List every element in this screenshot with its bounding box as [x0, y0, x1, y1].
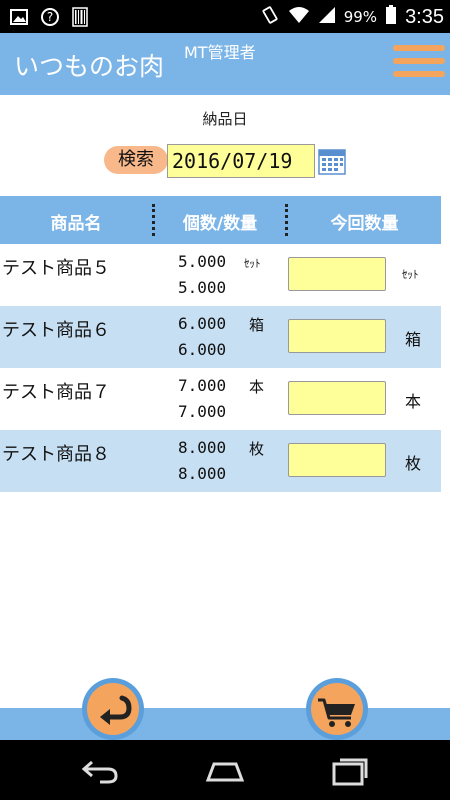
battery-level: 99%: [343, 8, 378, 26]
battery-icon: [385, 5, 397, 29]
quantity-secondary: 6.000: [178, 340, 227, 359]
hamburger-menu-icon[interactable]: [393, 45, 445, 87]
table-header: 商品名 個数/数量 今回数量: [0, 196, 441, 244]
quantity-unit: 箱: [249, 316, 265, 334]
image-icon: [10, 9, 28, 29]
quantity-primary: 7.000: [178, 376, 227, 395]
product-name: テスト商品５: [2, 258, 110, 279]
column-product-name: 商品名: [50, 214, 102, 234]
product-name: テスト商品６: [2, 320, 110, 341]
svg-text:?: ?: [47, 10, 53, 24]
current-quantity-unit: ｾｯﾄ: [402, 268, 419, 281]
barcode-icon: [72, 7, 88, 31]
table-row: テスト商品７ 7.000 7.000 本 本: [0, 368, 441, 430]
nav-recents-icon[interactable]: [328, 752, 372, 792]
delivery-date-label: 納品日: [202, 110, 248, 128]
table-row: テスト商品８ 8.000 8.000 枚 枚: [0, 430, 441, 492]
signal-icon: [318, 6, 336, 28]
quantity-primary: 5.000: [178, 252, 227, 271]
shopping-cart-icon: [311, 683, 363, 735]
current-quantity-input[interactable]: [288, 443, 386, 477]
current-quantity-unit: 箱: [405, 330, 422, 349]
vibrate-icon: [260, 5, 280, 29]
bottom-action-bar: [0, 708, 450, 740]
back-button[interactable]: [82, 678, 144, 740]
product-name: テスト商品７: [2, 382, 110, 403]
table-row: テスト商品６ 6.000 6.000 箱 箱: [0, 306, 441, 368]
clock: 3:35: [405, 5, 444, 28]
system-nav-bar: [0, 740, 450, 800]
nav-home-icon[interactable]: [200, 752, 250, 792]
current-quantity-unit: 枚: [405, 454, 422, 473]
quantity-primary: 6.000: [178, 314, 227, 333]
search-button[interactable]: 検索: [104, 146, 168, 174]
delivery-date-input[interactable]: 2016/07/19: [167, 144, 315, 178]
cart-button[interactable]: [306, 678, 368, 740]
user-name: MT管理者: [184, 43, 256, 62]
current-quantity-unit: 本: [405, 392, 422, 411]
quantity-unit: 本: [249, 378, 265, 396]
app-header: いつものお肉 MT管理者: [0, 33, 450, 95]
table-row: テスト商品５ 5.000 5.000 ｾｯﾄ ｾｯﾄ: [0, 244, 441, 306]
current-quantity-input[interactable]: [288, 381, 386, 415]
quantity-primary: 8.000: [178, 438, 227, 457]
quantity-unit: 枚: [249, 440, 265, 458]
column-current-quantity: 今回数量: [330, 214, 399, 234]
calendar-icon[interactable]: [318, 146, 346, 176]
quantity-secondary: 8.000: [178, 464, 227, 483]
quantity-secondary: 5.000: [178, 278, 227, 297]
back-arrow-icon: [87, 683, 139, 735]
current-quantity-input[interactable]: [288, 257, 386, 291]
current-quantity-input[interactable]: [288, 319, 386, 353]
quantity-unit: ｾｯﾄ: [244, 257, 261, 270]
app-title: いつものお肉: [14, 52, 165, 81]
nav-back-icon[interactable]: [78, 752, 122, 792]
status-bar: ? 99% 3:35: [0, 0, 450, 33]
question-circle-icon: ?: [40, 7, 60, 31]
product-name: テスト商品８: [2, 444, 110, 465]
column-quantity: 個数/数量: [182, 214, 258, 234]
wifi-icon: [288, 6, 310, 28]
quantity-secondary: 7.000: [178, 402, 227, 421]
